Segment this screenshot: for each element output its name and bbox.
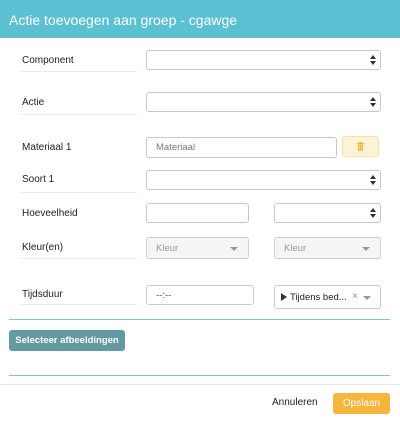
save-button[interactable]: Opslaan bbox=[333, 393, 390, 414]
component-underline bbox=[20, 71, 137, 72]
select-images-button[interactable]: Selecteer afbeeldingen bbox=[9, 330, 125, 351]
caret-down-icon bbox=[230, 247, 238, 251]
materiaal-placeholder: Materiaal bbox=[156, 142, 196, 153]
tijdsduur-selected: Tijdens bed... bbox=[290, 292, 347, 303]
soort-underline bbox=[20, 192, 137, 193]
select-arrows-icon bbox=[370, 96, 376, 108]
select-arrows-icon bbox=[370, 174, 376, 186]
select-arrows-icon bbox=[370, 54, 376, 66]
kleur-select-2[interactable]: Kleur bbox=[274, 237, 381, 259]
trash-icon bbox=[357, 142, 364, 154]
soort-label: Soort 1 bbox=[22, 174, 55, 185]
materiaal-input[interactable]: Materiaal bbox=[146, 137, 337, 158]
clear-icon[interactable]: × bbox=[352, 291, 358, 302]
delete-materiaal-button[interactable] bbox=[342, 136, 379, 157]
dialog-header: Actie toevoegen aan groep - cgawge bbox=[0, 0, 400, 38]
footer-divider bbox=[0, 384, 400, 385]
kleur-underline bbox=[20, 258, 137, 259]
soort-select[interactable] bbox=[146, 170, 381, 190]
tijd-input[interactable]: --:-- bbox=[146, 285, 254, 305]
tijdsduur-label: Tijdsduur bbox=[22, 289, 63, 300]
play-icon bbox=[281, 293, 287, 301]
divider bbox=[9, 375, 390, 376]
kleur-placeholder-1: Kleur bbox=[156, 243, 179, 254]
dialog-title: Actie toevoegen aan groep - cgawge bbox=[9, 12, 238, 28]
component-label: Component bbox=[22, 55, 74, 66]
kleur-select-1[interactable]: Kleur bbox=[146, 237, 249, 259]
tijd-value: --:-- bbox=[156, 290, 172, 301]
component-select[interactable] bbox=[146, 50, 381, 70]
select-arrows-icon bbox=[370, 207, 376, 219]
actie-underline bbox=[20, 114, 137, 115]
tijdsduur-select[interactable]: Tijdens bed... × bbox=[274, 285, 381, 309]
eenheid-select[interactable] bbox=[274, 203, 381, 223]
kleur-placeholder-2: Kleur bbox=[284, 243, 307, 254]
hoeveelheid-label: Hoeveelheid bbox=[22, 208, 78, 219]
divider bbox=[9, 319, 390, 320]
kleur-label: Kleur(en) bbox=[22, 242, 64, 253]
actie-label: Actie bbox=[22, 97, 45, 108]
actie-select[interactable] bbox=[146, 92, 381, 112]
cancel-button[interactable]: Annuleren bbox=[272, 397, 318, 409]
caret-down-icon bbox=[363, 296, 371, 300]
caret-down-icon bbox=[362, 247, 370, 251]
tijdsduur-underline bbox=[20, 304, 137, 305]
materiaal-label: Materiaal 1 bbox=[22, 142, 72, 153]
hoeveelheid-input[interactable] bbox=[146, 203, 249, 223]
